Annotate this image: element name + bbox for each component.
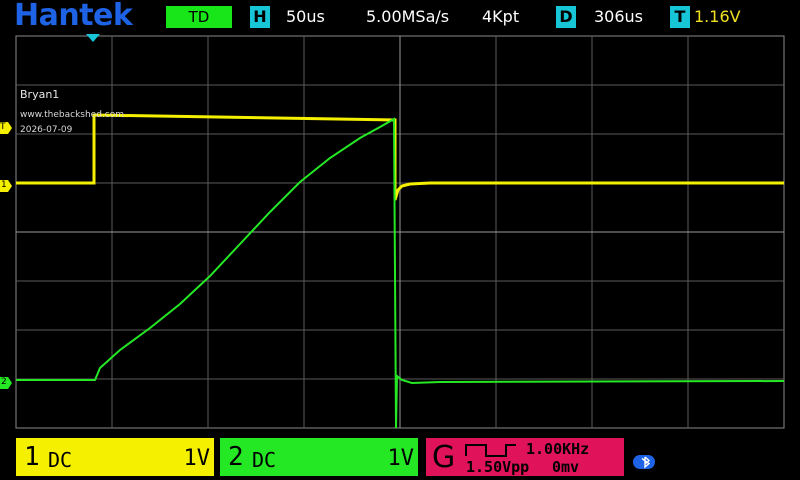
timebase-value: 50us [286,7,325,26]
graticule-axes [16,36,784,428]
generator-letter: G [432,440,456,475]
ch2-panel[interactable]: 2 DC 1V [220,438,418,476]
ch1-panel[interactable]: 1 DC 1V [16,438,214,476]
waveform-display[interactable]: T 1 2 Bryan1 www.thebackshed.com 2026-07… [0,30,800,434]
ch1-coupling: DC [48,448,73,472]
square-wave-icon [465,444,516,457]
trigger-level-marker-label: T [0,122,6,132]
generator-frequency: 1.00KHz [526,440,590,458]
ch2-scale: 1V [387,446,415,471]
channel-bar: 1 DC 1V 2 DC 1V G 1.00KHz 1.50Vpp 0mv [0,436,800,480]
bluetooth-icon[interactable] [632,453,658,471]
brand-logo: Hantek [14,0,133,33]
generator-panel[interactable]: G 1.00KHz 1.50Vpp 0mv [426,438,624,476]
ch2-coupling: DC [252,448,277,472]
overlay-date: 2026-07-09 [20,125,73,135]
trigger-mode-badge[interactable]: TD [166,6,232,28]
trigger-position-marker[interactable] [86,34,100,42]
trigger-tag[interactable]: T [670,6,690,28]
sample-rate-value: 5.00MSa/s [366,7,450,26]
ch1-marker-label: 1 [1,180,7,190]
overlay-website: www.thebackshed.com [20,110,125,120]
generator-amplitude: 1.50Vpp [466,458,530,476]
ch2-marker-label: 2 [1,377,7,387]
ch2-name: 2 [228,442,244,472]
ch1-scale: 1V [183,446,211,471]
delay-tag[interactable]: D [556,6,576,28]
generator-offset: 0mv [552,458,580,476]
horizontal-tag[interactable]: H [250,6,270,28]
status-bar: Hantek TD H 50us 5.00MSa/s 4Kpt D 306us … [0,0,800,34]
trigger-level-value: 1.16V [694,7,741,26]
overlay-name: Bryan1 [20,88,60,101]
ch1-name: 1 [24,442,40,472]
delay-value: 306us [594,7,644,26]
memory-depth-value: 4Kpt [482,7,520,26]
